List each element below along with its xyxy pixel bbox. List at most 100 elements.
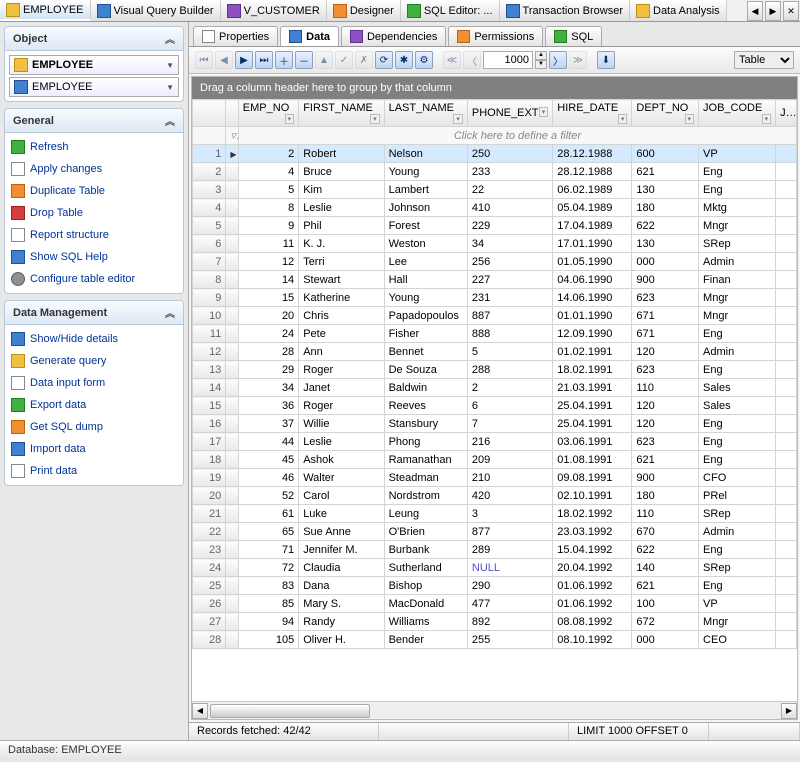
cell[interactable]: 7	[193, 253, 226, 271]
cell[interactable]: 892	[467, 613, 552, 631]
action-sqldump[interactable]: Get SQL dump	[9, 417, 179, 437]
cell[interactable]	[776, 505, 797, 523]
cell[interactable]: Jennifer M.	[299, 541, 384, 559]
cell[interactable]: Nelson	[384, 145, 467, 163]
cell[interactable]: 229	[467, 217, 552, 235]
cell[interactable]: Sutherland	[384, 559, 467, 577]
cell[interactable]: 2	[193, 163, 226, 181]
cell[interactable]: Hall	[384, 271, 467, 289]
table-row[interactable]: 2472ClaudiaSutherlandNULL20.04.1992140SR…	[193, 559, 797, 577]
action-export[interactable]: Export data	[9, 395, 179, 415]
cell[interactable]: Sue Anne	[299, 523, 384, 541]
cell[interactable]: 5	[467, 343, 552, 361]
cell[interactable]: 46	[238, 469, 298, 487]
col-filter-icon[interactable]: ▾	[285, 114, 295, 124]
cell[interactable]	[776, 307, 797, 325]
cell[interactable]: Sales	[699, 397, 776, 415]
table-row[interactable]: 2794RandyWilliams89208.08.1992672Mngr	[193, 613, 797, 631]
col-rownum[interactable]	[193, 100, 226, 127]
cell[interactable]: 15.04.1992	[553, 541, 632, 559]
cell[interactable]: 21.03.1991	[553, 379, 632, 397]
view-mode-select[interactable]: Table	[734, 51, 794, 69]
cell[interactable]: Young	[384, 289, 467, 307]
cell[interactable]	[226, 181, 238, 199]
cell[interactable]: 65	[238, 523, 298, 541]
action-report[interactable]: Report structure	[9, 225, 179, 245]
cell[interactable]: 28	[193, 631, 226, 649]
cell[interactable]: 623	[632, 361, 699, 379]
cell[interactable]: Walter	[299, 469, 384, 487]
cell[interactable]	[776, 343, 797, 361]
cell[interactable]: 17	[193, 433, 226, 451]
table-row[interactable]: 1845AshokRamanathan20901.08.1991621Eng	[193, 451, 797, 469]
cell[interactable]: 670	[632, 523, 699, 541]
cell[interactable]: 22	[193, 523, 226, 541]
cell[interactable]: 11	[193, 325, 226, 343]
tab-dependencies[interactable]: Dependencies	[341, 26, 446, 46]
table-row[interactable]: 1946WalterSteadman21009.08.1991900CFO	[193, 469, 797, 487]
table-row[interactable]: 1434JanetBaldwin221.03.1991110Sales	[193, 379, 797, 397]
limit-down[interactable]: ▼	[535, 60, 547, 69]
nav-first[interactable]: ⏮	[195, 51, 213, 69]
cell[interactable]: 7	[467, 415, 552, 433]
col-filter-icon[interactable]: ▾	[539, 107, 549, 117]
cell[interactable]: 11	[238, 235, 298, 253]
cell[interactable]: 130	[632, 235, 699, 253]
table-row[interactable]: 2161LukeLeung318.02.1992110SRep	[193, 505, 797, 523]
cell[interactable]	[226, 199, 238, 217]
cell[interactable]: Mngr	[699, 289, 776, 307]
nav-next[interactable]: ▶	[235, 51, 253, 69]
cell[interactable]: 621	[632, 163, 699, 181]
cell[interactable]: Bruce	[299, 163, 384, 181]
cell[interactable]: Eng	[699, 451, 776, 469]
cell[interactable]: Young	[384, 163, 467, 181]
cell[interactable]: Janet	[299, 379, 384, 397]
cell[interactable]: Leung	[384, 505, 467, 523]
cell[interactable]	[226, 289, 238, 307]
cell[interactable]: 15	[193, 397, 226, 415]
cell[interactable]: 01.01.1990	[553, 307, 632, 325]
cell[interactable]: 110	[632, 379, 699, 397]
cell[interactable]: 209	[467, 451, 552, 469]
object-table-select[interactable]: EMPLOYEE▼	[9, 77, 179, 97]
cell[interactable]: 02.10.1991	[553, 487, 632, 505]
cell[interactable]	[776, 235, 797, 253]
cell[interactable]: 85	[238, 595, 298, 613]
cell[interactable]: Eng	[699, 163, 776, 181]
cell[interactable]: 210	[467, 469, 552, 487]
object-panel-header[interactable]: Object︽	[5, 27, 183, 51]
cell[interactable]: Mary S.	[299, 595, 384, 613]
cell[interactable]: 216	[467, 433, 552, 451]
nav-prev[interactable]: ◀	[215, 51, 233, 69]
cell[interactable]: 04.06.1990	[553, 271, 632, 289]
cell[interactable]: SRep	[699, 505, 776, 523]
cell[interactable]: Papadopoulos	[384, 307, 467, 325]
action-inputform[interactable]: Data input form	[9, 373, 179, 393]
cell[interactable]: 887	[467, 307, 552, 325]
row-refresh[interactable]: ⟳	[375, 51, 393, 69]
cell[interactable]: 19	[193, 469, 226, 487]
cell[interactable]: 250	[467, 145, 552, 163]
cell[interactable]: 14	[193, 379, 226, 397]
table-row[interactable]: 2583DanaBishop29001.06.1992621Eng	[193, 577, 797, 595]
cell[interactable]	[776, 469, 797, 487]
col-last-name[interactable]: LAST_NAME▾	[384, 100, 467, 127]
cell[interactable]: 08.10.1992	[553, 631, 632, 649]
cell[interactable]	[226, 379, 238, 397]
table-row[interactable]: 2052CarolNordstrom42002.10.1991180PRel	[193, 487, 797, 505]
action-import[interactable]: Import data	[9, 439, 179, 459]
cell[interactable]	[776, 577, 797, 595]
cell[interactable]: Forest	[384, 217, 467, 235]
cell[interactable]	[226, 631, 238, 649]
cell[interactable]: Eng	[699, 361, 776, 379]
cell[interactable]: 24	[193, 559, 226, 577]
cell[interactable]	[226, 433, 238, 451]
cell[interactable]: 16	[193, 415, 226, 433]
action-sqlhelp[interactable]: Show SQL Help	[9, 247, 179, 267]
table-row[interactable]: 1637WillieStansbury725.04.1991120Eng	[193, 415, 797, 433]
cell[interactable]: 12	[193, 343, 226, 361]
cell[interactable]: 100	[632, 595, 699, 613]
action-duplicate[interactable]: Duplicate Table	[9, 181, 179, 201]
cell[interactable]: 18.02.1991	[553, 361, 632, 379]
cell[interactable]: 17.04.1989	[553, 217, 632, 235]
